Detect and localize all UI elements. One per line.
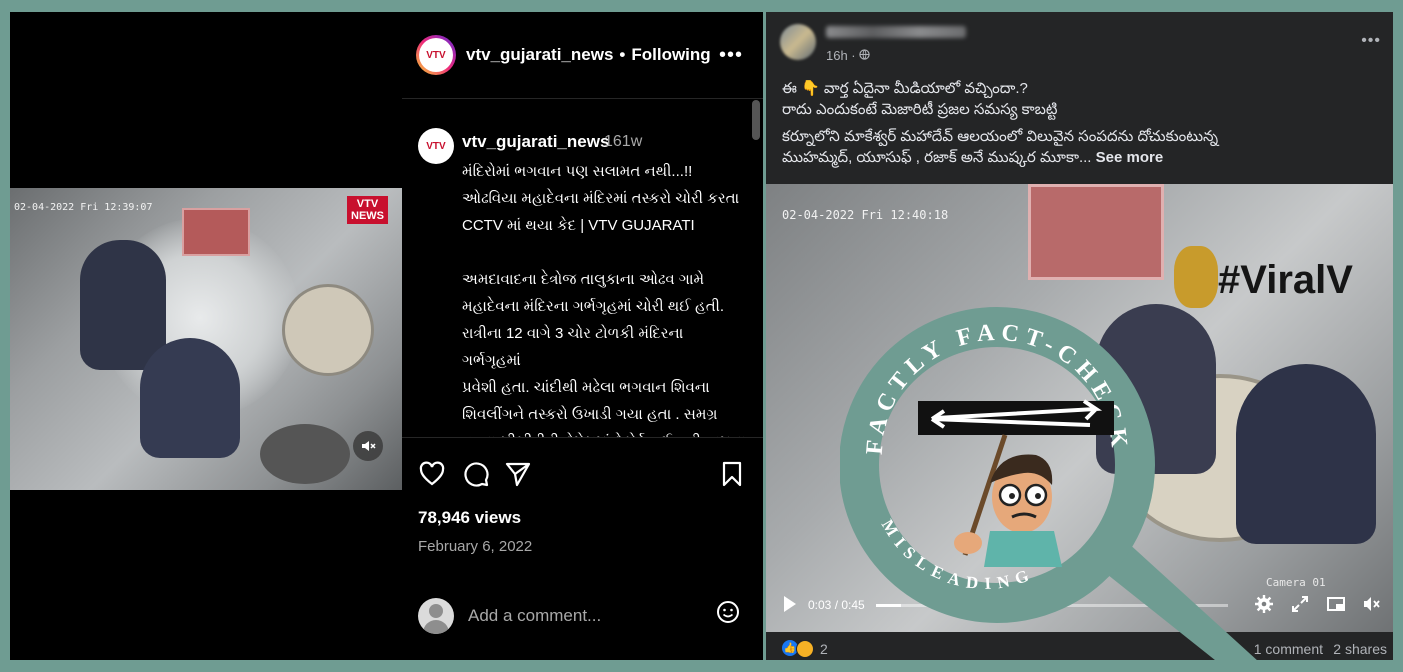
globe-icon bbox=[859, 49, 870, 60]
avatar-logo-text: VTV bbox=[419, 38, 453, 72]
mute-icon[interactable] bbox=[1362, 594, 1382, 614]
post-header: VTV vtv_gujarati_news • Following ••• bbox=[402, 12, 763, 99]
duration: 0:45 bbox=[841, 598, 865, 612]
progress-fill bbox=[876, 604, 901, 607]
share-icon[interactable] bbox=[504, 460, 532, 488]
floor-shadow bbox=[260, 424, 350, 484]
post-time[interactable]: 16h · bbox=[826, 48, 870, 63]
bookmark-icon[interactable] bbox=[718, 460, 746, 488]
person-figure bbox=[140, 338, 240, 458]
person-figure bbox=[1236, 364, 1376, 544]
instagram-video-player[interactable]: 02-04-2022 Fri 12:39:07 VTV NEWS bbox=[10, 12, 402, 660]
offering-plate bbox=[282, 284, 374, 376]
blurred-avatar[interactable] bbox=[780, 24, 816, 60]
vtv-news-logo: VTV NEWS bbox=[347, 196, 388, 224]
user-avatar bbox=[418, 598, 454, 634]
hashtag-watermark: #ViralV bbox=[1218, 258, 1353, 302]
following-button[interactable]: Following bbox=[631, 45, 710, 65]
current-time: 0:03 bbox=[808, 598, 832, 612]
profile-avatar[interactable]: VTV bbox=[416, 35, 456, 75]
video-timestamp: 02-04-2022 Fri 12:40:18 bbox=[782, 208, 949, 222]
comment-count[interactable]: 1 comment bbox=[1254, 641, 1323, 657]
more-options-icon[interactable]: ••• bbox=[719, 44, 743, 67]
view-count[interactable]: 78,946 views bbox=[418, 508, 521, 528]
share-count[interactable]: 2 shares bbox=[1333, 641, 1387, 657]
sad-reaction-icon[interactable] bbox=[796, 640, 814, 658]
caption-username[interactable]: vtv_gujarati_news bbox=[462, 132, 609, 152]
news-logo-line: NEWS bbox=[351, 210, 384, 222]
play-icon[interactable] bbox=[784, 596, 796, 612]
fullscreen-icon[interactable] bbox=[1290, 594, 1310, 614]
settings-gear-icon[interactable] bbox=[1254, 594, 1274, 614]
comment-input-row: Add a comment... bbox=[418, 594, 748, 640]
post-line: ఈ 👇 వార్త ఏదైనా మీడియాలో వచ్చిందా.? bbox=[782, 80, 1028, 97]
post-line: ముహమ్మద్, యూసుఫ్ , రజాక్ అనే ముష్కర మూకా… bbox=[782, 149, 1096, 166]
instagram-post-panel: VTV vtv_gujarati_news • Following ••• VT… bbox=[402, 12, 763, 660]
follow-separator: • bbox=[619, 45, 626, 64]
post-text: ఈ 👇 వార్త ఏదైనా మీడియాలో వచ్చిందా.? రాదు… bbox=[782, 78, 1382, 174]
vtv-logo-line: VTV bbox=[356, 198, 379, 210]
caption-age: 161w bbox=[604, 133, 643, 150]
video-controls: 0:03 / 0:45 bbox=[766, 584, 1393, 630]
video-progress-bar[interactable] bbox=[876, 604, 1228, 607]
post-line: కర్నూలోని మాకేశ్వర్ మహాదేవ్ ఆలయంలో విలువ… bbox=[782, 128, 1219, 145]
caption-scrollbar[interactable] bbox=[752, 100, 760, 140]
emoji-icon[interactable] bbox=[716, 600, 740, 624]
post-options-icon[interactable]: ••• bbox=[1361, 32, 1381, 50]
post-age: 16h · bbox=[826, 48, 860, 63]
caption-text: મંદિરોમાં ભગવાન પણ સલામત નથી...!! ઓઢવિયા… bbox=[462, 163, 745, 437]
see-more-link[interactable]: See more bbox=[1096, 149, 1164, 166]
person-figure bbox=[1096, 304, 1216, 474]
facebook-post-panel: 16h · ••• ఈ 👇 వార్త ఏదైనా మీడియాలో వచ్చి… bbox=[766, 12, 1393, 660]
video-timestamp: 02-04-2022 Fri 12:39:07 bbox=[14, 202, 153, 213]
video-timecode: 0:03 / 0:45 bbox=[808, 598, 865, 612]
idol-figure bbox=[1174, 246, 1218, 308]
post-paragraph-2: కర్నూలోని మాకేశ్వర్ మహాదేవ్ ఆలయంలో విలువ… bbox=[782, 126, 1382, 168]
post-date: February 6, 2022 bbox=[418, 538, 533, 555]
post-footer: 👍 2 1 comment 2 shares bbox=[766, 632, 1393, 660]
shrine-canopy bbox=[1028, 184, 1164, 280]
picture-in-picture-icon[interactable] bbox=[1326, 594, 1346, 614]
comment-icon[interactable] bbox=[462, 460, 490, 488]
person-figure bbox=[80, 240, 166, 370]
caption-area: VTV vtv_gujarati_news 161w મંદિરોમાં ભગવ… bbox=[402, 112, 763, 437]
facebook-video-player[interactable]: 02-04-2022 Fri 12:40:18 #ViralV Camera 0… bbox=[766, 184, 1393, 632]
shrine-canopy bbox=[182, 208, 250, 256]
heart-icon[interactable] bbox=[418, 460, 446, 488]
comment-input[interactable]: Add a comment... bbox=[468, 606, 601, 626]
post-paragraph-1: ఈ 👇 వార్త ఏదైనా మీడియాలో వచ్చిందా.? రాదు… bbox=[782, 78, 1382, 120]
reaction-count[interactable]: 2 bbox=[820, 641, 828, 657]
post-actions: 78,946 views February 6, 2022 bbox=[402, 437, 763, 555]
profile-username[interactable]: vtv_gujarati_news bbox=[466, 45, 613, 65]
post-line: రాదు ఎందుకంటే మెజారిటీ ప్రజల సమస్య కాబట్… bbox=[782, 101, 1058, 118]
cctv-video-frame: 02-04-2022 Fri 12:39:07 VTV NEWS bbox=[10, 188, 402, 490]
caption-avatar[interactable]: VTV bbox=[418, 128, 454, 164]
blurred-author-name[interactable] bbox=[826, 26, 966, 38]
volume-muted-icon[interactable] bbox=[353, 431, 383, 461]
